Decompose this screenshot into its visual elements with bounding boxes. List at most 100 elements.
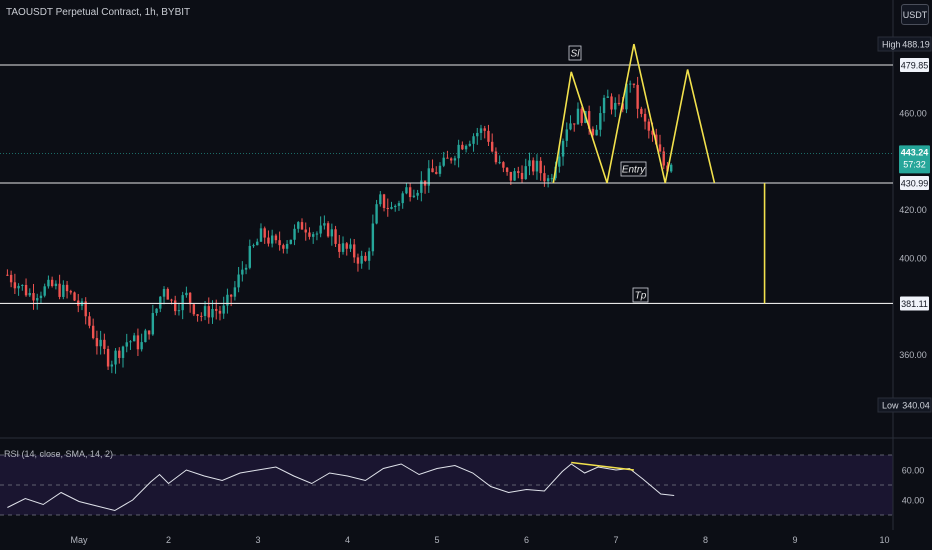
candle [360,255,363,264]
candle [215,308,218,311]
time-tick: 6 [524,535,529,545]
candle [330,229,334,237]
candle [617,102,621,104]
candle [47,279,50,287]
candle [297,222,300,229]
countdown: 57:32 [903,159,926,169]
candle [106,348,110,367]
candle [476,132,479,137]
level-label: 479.85 [901,61,929,71]
candle [543,173,546,182]
candle [599,113,602,130]
candle [58,283,61,297]
candle [614,102,617,110]
candle [28,293,31,296]
candle [196,314,199,316]
candle [390,207,393,209]
candle [669,164,673,172]
candle [237,274,240,288]
candle [114,350,117,365]
candle [24,284,28,296]
candle [170,299,173,301]
candle [524,166,527,180]
sl-label: Sl [571,49,581,60]
time-tick: 8 [703,535,708,545]
candle [520,172,524,180]
rsi-tick: 40.00 [902,496,925,506]
candle [472,136,475,144]
candle [483,128,486,131]
candle [457,144,460,159]
price-tick: 460.00 [899,108,927,118]
high-value: 488.19 [902,40,930,50]
candle [13,282,17,289]
candle [558,156,561,167]
candle [166,288,169,300]
candle [412,195,416,198]
price-pane [0,0,893,438]
current-price: 443.24 [901,147,929,157]
candle [323,223,326,226]
candle [468,143,472,146]
candle [498,162,501,164]
candle [211,308,214,318]
candle [103,339,106,349]
candle [502,162,505,168]
candle [509,171,513,181]
candle [505,167,509,172]
candle [248,245,251,268]
candle [658,144,662,152]
candle [319,225,322,234]
candle [569,123,572,130]
candle [565,129,568,141]
candle [278,240,281,246]
candle [162,288,166,297]
candle [341,243,345,252]
candle [256,241,259,246]
candle [222,305,225,314]
candle [147,330,151,335]
candle [367,251,371,261]
candle [610,96,613,110]
chart-canvas[interactable]: SlEntryTp460.00420.00400.00360.00479.854… [0,0,932,550]
candle [420,180,423,193]
candle [293,228,296,240]
candle [65,284,69,292]
rsi-title: RSI (14, close, SMA, 14, 2) [4,449,114,459]
time-tick: 2 [166,535,171,545]
candle [539,160,542,174]
candle [229,294,233,297]
tp-label: Tp [635,291,647,302]
candle [129,341,132,343]
candle [595,129,598,136]
candle [401,193,404,204]
candle [643,113,647,122]
candle [371,223,375,252]
candle [304,229,307,233]
candle [188,292,192,305]
candle [118,350,121,358]
candle [110,364,114,367]
candle [140,342,143,350]
candle [453,158,457,161]
candle [259,228,263,242]
currency-button[interactable]: USDT [901,4,929,25]
candle [487,130,490,142]
candle [99,339,102,347]
candle [136,335,140,350]
candle [159,296,162,309]
candle [244,267,248,270]
candle [9,274,13,283]
candle [408,187,412,198]
candle [185,292,188,296]
candle [602,97,606,114]
time-tick: 4 [345,535,350,545]
candle [218,310,222,314]
candle [326,223,330,237]
candle [517,171,520,173]
candle [43,286,46,296]
candle [394,205,397,208]
price-tick: 420.00 [899,205,927,215]
candle [267,237,270,244]
candle [561,140,565,157]
